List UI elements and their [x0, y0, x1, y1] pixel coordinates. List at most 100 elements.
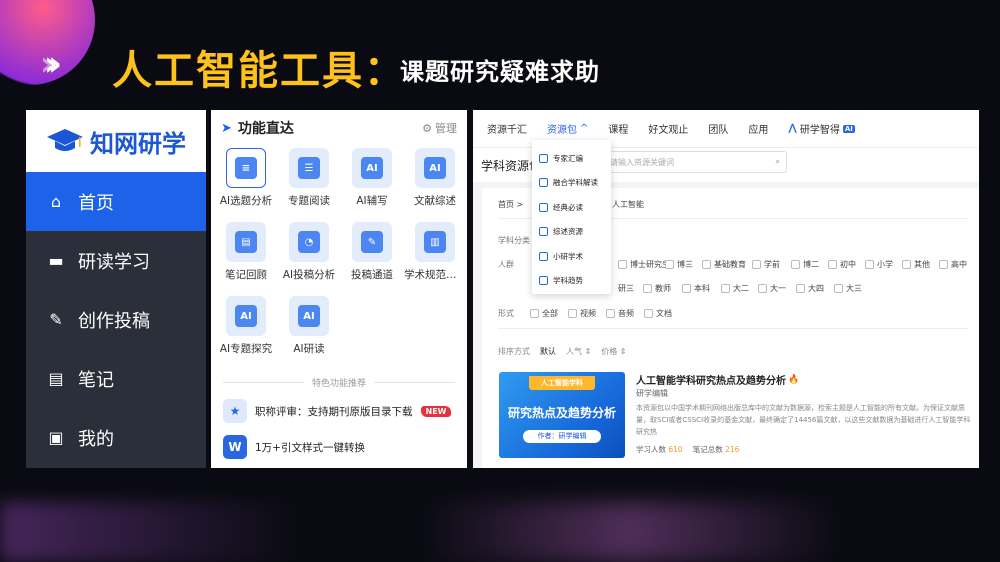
sidebar-item-mine[interactable]: ▣ 我的 [26, 408, 206, 467]
pie-chart-icon: ◔ [298, 231, 320, 253]
function-ai-submission-analysis[interactable]: ◔ AI投稿分析 [278, 220, 340, 294]
dropdown-item[interactable]: 综述资源 [532, 220, 611, 245]
sidebar-item-notes[interactable]: ▤ 笔记 [26, 349, 206, 408]
filter-option[interactable]: 基础教育 [702, 259, 746, 270]
gear-icon: ⚙ [422, 121, 432, 135]
ai-write-icon: AI [361, 157, 383, 179]
search-icon[interactable]: ⌕ [776, 157, 780, 167]
sort-popularity[interactable]: 人气 ⇕ [566, 346, 591, 357]
nav-item[interactable]: 应用 [738, 121, 778, 136]
new-badge: NEW [420, 405, 452, 417]
featured-divider: 特色功能推荐 [211, 372, 467, 393]
book-icon [539, 202, 548, 212]
interpret-icon [539, 178, 548, 188]
note-icon: ▤ [48, 369, 64, 388]
filter-label: 形式 [498, 309, 514, 318]
dropdown-item[interactable]: 经典必读 [532, 195, 611, 220]
function-norm-check[interactable]: ▥ 学术规范检测 [404, 220, 466, 294]
featured-item[interactable]: W 1万+引文样式一键转换 [211, 429, 467, 465]
sort-bar: 排序方式 默认 人气 ⇕ 价格 ⇕ [498, 346, 627, 357]
search-input[interactable]: 请输入资源关键词 ⌕ [603, 151, 787, 173]
filter-option[interactable]: 博三 [665, 259, 693, 270]
sidebar-item-label: 我的 [78, 428, 114, 450]
filter-option[interactable]: 其他 [902, 259, 930, 270]
decorative-glow-right [420, 502, 840, 562]
filter-option[interactable]: 大三 [834, 283, 862, 294]
filter-option[interactable]: 大一 [758, 283, 786, 294]
filter-option[interactable]: 视频 [568, 308, 596, 319]
resource-card-description: 本资源包以中国学术期刊网络出版总库中的文献为数据源，检索主题是人工智能的所有文献… [636, 404, 971, 436]
breadcrumb-current: 人工智能 [612, 200, 644, 209]
nav-item-research-ai[interactable]: ⋀ 研学智得 AI [778, 121, 864, 136]
featured-item[interactable]: ★ 职称评审：支持期刊原版目录下载 NEW [211, 393, 467, 429]
nav-item[interactable]: 团队 [698, 121, 738, 136]
filter-option[interactable]: 学前 [752, 259, 780, 270]
filter-option[interactable]: 博二 [791, 259, 819, 270]
home-icon: ⌂ [50, 192, 62, 211]
resource-card-title[interactable]: 人工智能学科研究热点及趋势分析 🔥 [636, 372, 799, 388]
nav-item[interactable]: 好文观止 [638, 121, 698, 136]
sidebar-panel: 知网研学 ⌂ 首页 ▬ 研读学习 ✎ 创作投稿 ▤ 笔记 ▣ 我的 [26, 110, 206, 468]
filter-option[interactable]: 文档 [644, 308, 672, 319]
ai-study-icon: AI [298, 305, 320, 327]
sidebar-item-reading[interactable]: ▬ 研读学习 [26, 231, 206, 290]
topic-analysis-icon: ≡ [235, 157, 257, 179]
chevron-up-icon: ^ [580, 123, 589, 134]
filter-label: 学科分类 [498, 236, 530, 245]
function-ai-topic-explore[interactable]: AI AI专题探究 [215, 294, 277, 368]
dropdown-item[interactable]: 专家汇编 [532, 146, 611, 171]
function-topic-reading[interactable]: ☰ 专题阅读 [278, 146, 340, 220]
send-icon: ➤ [221, 120, 232, 136]
filter-option[interactable]: 初中 [828, 259, 856, 270]
slide-title: 人工智能工具： [112, 48, 406, 94]
sidebar-item-writing[interactable]: ✎ 创作投稿 [26, 290, 206, 349]
logo[interactable]: 知网研学 [26, 110, 206, 172]
functions-panel: ➤ 功能直达 ⚙ 管理 ≡ AI选题分析 ☰ 专题阅读 AI AI辅写 AI 文… [211, 110, 467, 468]
resource-pack-dropdown: 专家汇编 融合学科解读 经典必读 综述资源 小研学术 学科趋势 [532, 140, 611, 294]
sidebar-item-label: 研读学习 [78, 251, 150, 273]
manage-button[interactable]: ⚙ 管理 [422, 120, 457, 136]
filter-option[interactable]: 音频 [606, 308, 634, 319]
dropdown-item[interactable]: 融合学科解读 [532, 171, 611, 196]
function-ai-write[interactable]: AI AI辅写 [341, 146, 403, 220]
function-literature-review[interactable]: AI 文献综述 [404, 146, 466, 220]
graduation-cap-icon [47, 129, 83, 151]
dropdown-item[interactable]: 学科趋势 [532, 269, 611, 294]
slide-subtitle: 课题研究疑难求助 [400, 58, 600, 86]
filter-option[interactable]: 小学 [865, 259, 893, 270]
filter-option[interactable]: 教师 [643, 283, 671, 294]
submit-icon: ✎ [361, 231, 383, 253]
ai-explore-icon: AI [235, 305, 257, 327]
ai-badge: AI [842, 124, 855, 133]
book-icon: ▬ [48, 251, 64, 270]
sidebar-item-label: 笔记 [78, 369, 114, 391]
nav-item[interactable]: 资源千汇 [477, 121, 537, 136]
function-grid: ≡ AI选题分析 ☰ 专题阅读 AI AI辅写 AI 文献综述 ▤ 笔记回顾 ◔… [211, 146, 467, 368]
sidebar-item-home[interactable]: ⌂ 首页 [26, 172, 206, 231]
dropdown-item[interactable]: 小研学术 [532, 244, 611, 269]
breadcrumb[interactable]: 首页 > [498, 199, 523, 210]
filter-option[interactable]: 研三 [618, 283, 634, 294]
web-panel: 资源千汇 资源包 ^ 课程 好文观止 团队 应用 ⋀ 研学智得 AI 学科资源包… [473, 110, 979, 468]
sort-price[interactable]: 价格 ⇕ [601, 346, 626, 357]
filter-label: 人群 [498, 260, 514, 269]
nav-item-resource-pack[interactable]: 资源包 ^ [537, 121, 598, 136]
filter-option[interactable]: 大四 [796, 283, 824, 294]
function-notes-review[interactable]: ▤ 笔记回顾 [215, 220, 277, 294]
expert-icon [539, 153, 548, 163]
resource-card-image[interactable]: 人工智能学科 研究热点及趋势分析 作者：研学编辑 [499, 372, 625, 458]
sort-default[interactable]: 默认 [540, 346, 556, 357]
resource-card-stats: 学习人数 610 笔记总数 216 [636, 445, 740, 454]
function-submission-channel[interactable]: ✎ 投稿通道 [341, 220, 403, 294]
resource-card-author: 研学编辑 [636, 389, 668, 398]
filter-option[interactable]: 博士研究生 [618, 259, 670, 270]
function-ai-topic-analysis[interactable]: ≡ AI选题分析 [215, 146, 277, 220]
filter-option[interactable]: 高中 [939, 259, 967, 270]
filter-option[interactable]: 本科 [682, 283, 710, 294]
norm-check-icon: ▥ [424, 231, 446, 253]
nav-item[interactable]: 课程 [598, 121, 638, 136]
small-research-icon [539, 251, 548, 261]
filter-option[interactable]: 全部 [530, 308, 558, 319]
function-ai-study[interactable]: AI AI研读 [278, 294, 340, 368]
filter-option[interactable]: 大二 [721, 283, 749, 294]
